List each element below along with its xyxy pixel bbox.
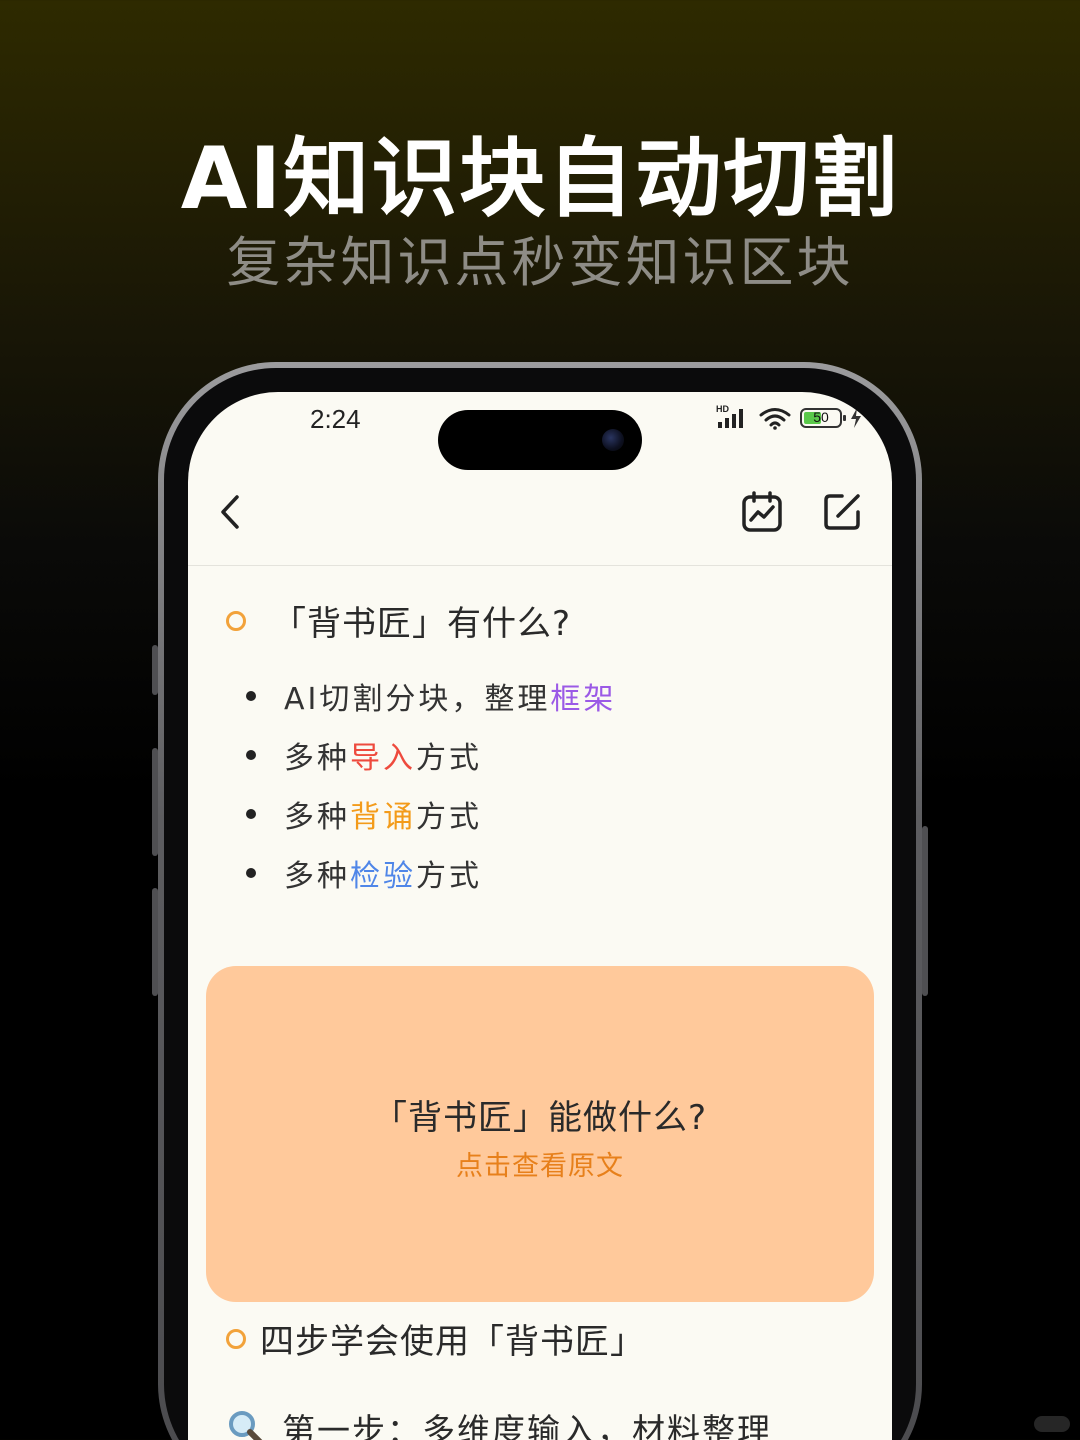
status-time: 2:24 bbox=[310, 404, 361, 434]
edit-icon bbox=[824, 494, 860, 530]
promo-subheadline: 复杂知识点秒变知识区块 bbox=[226, 231, 854, 294]
phone-bezel: 2:24 HD 50 「背书匠」有什么? AI切割分块，整理 框架 多种 导入 … bbox=[164, 368, 916, 1440]
app-screen: 2:24 HD 50 「背书匠」有什么? AI切割分块，整理 框架 多种 导入 … bbox=[188, 392, 892, 1440]
status-icons: HD 50 bbox=[716, 404, 862, 430]
ring-bullet-icon bbox=[226, 1328, 246, 1349]
back-button[interactable] bbox=[210, 492, 250, 532]
step-one: 第一步：多维度输入，材料整理 bbox=[226, 1404, 772, 1440]
list-item: 多种 背诵 方式 bbox=[246, 784, 616, 843]
knowledge-block-card[interactable]: 「背书匠」能做什么? 点击查看原文 bbox=[206, 966, 874, 1302]
promo-headline: AI知识块自动切割 bbox=[180, 129, 900, 229]
status-bar: 2:24 HD 50 bbox=[188, 392, 892, 470]
phone-frame: 2:24 HD 50 「背书匠」有什么? AI切割分块，整理 框架 多种 导入 … bbox=[158, 362, 922, 1440]
view-original-link[interactable]: 点击查看原文 bbox=[206, 1144, 874, 1183]
battery-icon: 50 bbox=[800, 408, 846, 428]
battery-level: 50 bbox=[813, 409, 829, 425]
section-heading-text: 「背书匠」有什么? bbox=[272, 604, 572, 644]
list-item: 多种 导入 方式 bbox=[246, 725, 616, 784]
watermark bbox=[1034, 1416, 1070, 1432]
list-item: 多种 检验 方式 bbox=[246, 843, 616, 902]
calendar-chart-icon bbox=[742, 491, 782, 532]
dynamic-island bbox=[438, 410, 642, 470]
wifi-icon bbox=[759, 408, 791, 430]
network-label: HD bbox=[716, 404, 729, 414]
card-title: 「背书匠」能做什么? bbox=[372, 1098, 708, 1138]
feature-list: AI切割分块，整理 框架 多种 导入 方式 多种 背诵 方式 多种 检验 方式 bbox=[246, 666, 616, 902]
section-heading-steps: 四步学会使用「背书匠」 bbox=[226, 1314, 645, 1363]
magnifier-icon bbox=[229, 1411, 263, 1440]
chevron-left-icon bbox=[221, 495, 239, 529]
power-button bbox=[922, 826, 928, 996]
charging-bolt-icon bbox=[851, 408, 861, 428]
cellular-signal-icon: HD bbox=[716, 404, 750, 430]
list-item: AI切割分块，整理 框架 bbox=[246, 666, 616, 725]
step-one-text: 第一步：多维度输入，材料整理 bbox=[282, 1411, 772, 1440]
edit-button[interactable] bbox=[820, 490, 864, 534]
camera-icon bbox=[602, 429, 624, 451]
stats-button[interactable] bbox=[740, 490, 784, 534]
section-heading-text: 四步学会使用「背书匠」 bbox=[260, 1322, 645, 1362]
section-heading-features: 「背书匠」有什么? bbox=[226, 596, 571, 645]
ring-bullet-icon bbox=[226, 610, 246, 631]
nav-bar bbox=[188, 474, 892, 566]
